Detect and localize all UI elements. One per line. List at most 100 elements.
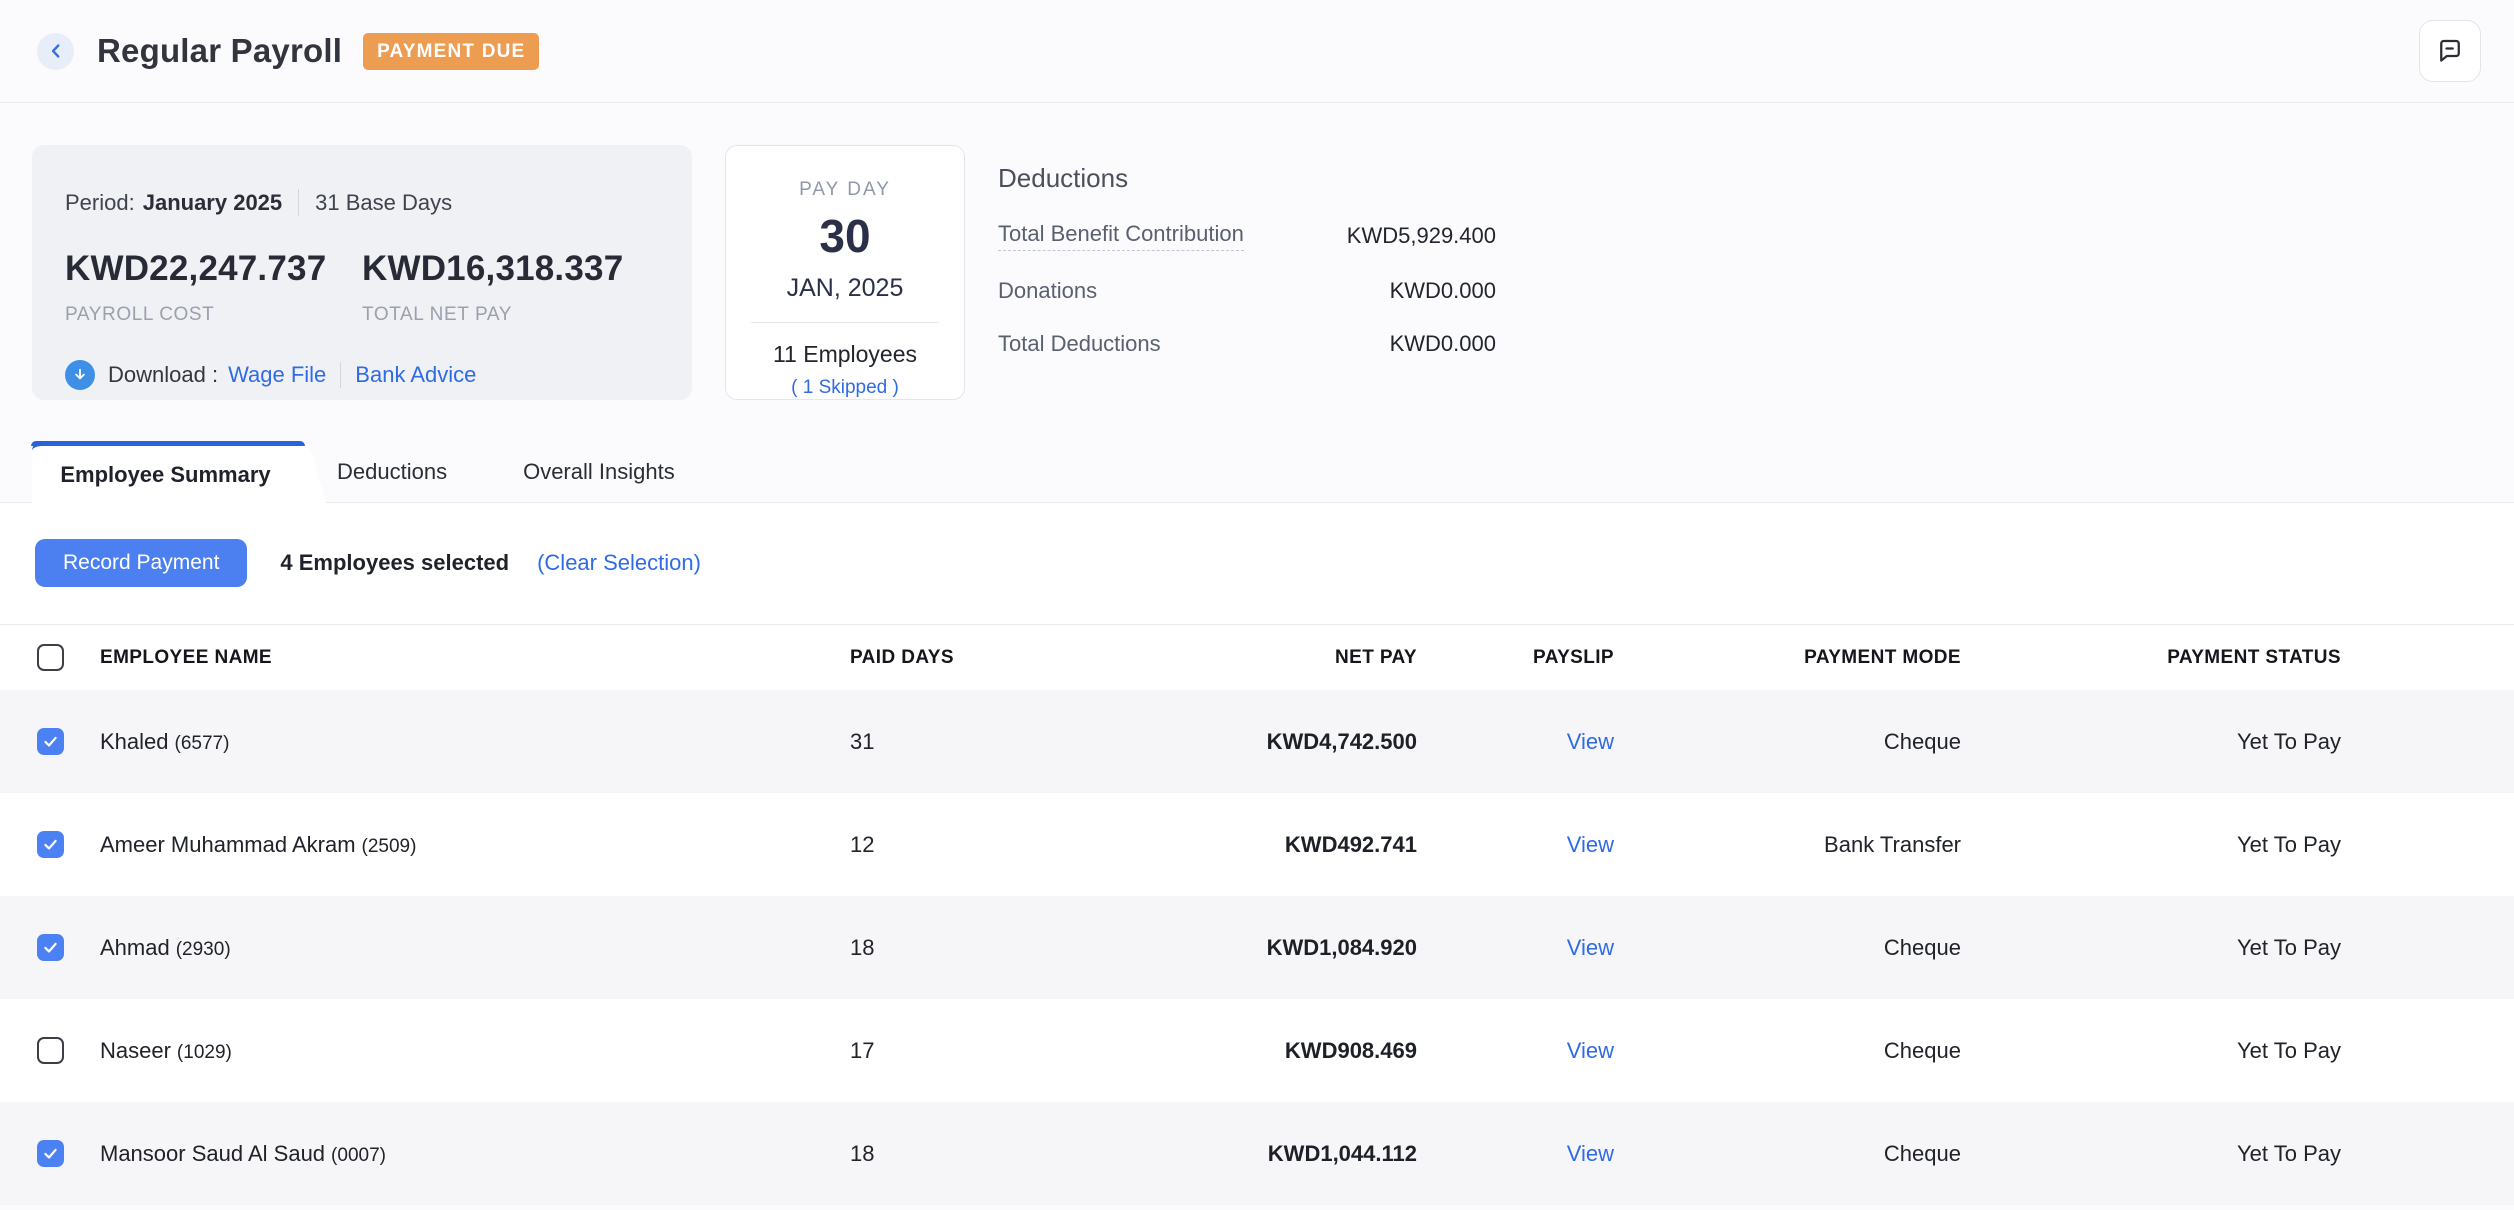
download-icon — [65, 360, 95, 390]
payment-status: Yet To Pay — [1961, 1141, 2341, 1167]
employee-id: (2930) — [176, 939, 231, 960]
payment-mode: Cheque — [1614, 1038, 1961, 1064]
employee-name: Khaled — [100, 729, 169, 754]
net-pay: KWD4,742.500 — [1080, 729, 1417, 755]
payment-status: Yet To Pay — [1961, 729, 2341, 755]
payment-mode: Bank Transfer — [1614, 832, 1961, 858]
payment-status: Yet To Pay — [1961, 832, 2341, 858]
payday-day: 30 — [726, 213, 964, 259]
tab-employee-summary[interactable]: Employee Summary — [32, 441, 299, 503]
total-net-pay-value: KWD16,318.337 — [362, 249, 659, 289]
employee-summary-panel: Record Payment 4 Employees selected (Cle… — [0, 503, 2514, 1205]
column-header-employee-name: EMPLOYEE NAME — [100, 647, 840, 669]
clear-selection-link[interactable]: (Clear Selection) — [537, 550, 701, 576]
net-pay: KWD1,044.112 — [1080, 1141, 1417, 1167]
employee-id: (2509) — [362, 836, 417, 857]
deduction-value-benefit-contribution: KWD5,929.400 — [1347, 223, 1496, 249]
row-checkbox[interactable] — [37, 1140, 64, 1167]
vertical-divider — [298, 189, 299, 216]
paid-days: 18 — [840, 1141, 1080, 1167]
payslip-view-link[interactable]: View — [1567, 729, 1614, 754]
paid-days: 12 — [840, 832, 1080, 858]
paid-days: 31 — [840, 729, 1080, 755]
employee-count: 11 Employees — [726, 341, 964, 368]
deduction-value-total-deductions: KWD0.000 — [1390, 331, 1496, 357]
paid-days: 17 — [840, 1038, 1080, 1064]
horizontal-divider — [751, 322, 939, 323]
payslip-view-link[interactable]: View — [1567, 1141, 1614, 1166]
employee-id: (6577) — [175, 733, 230, 754]
row-checkbox[interactable] — [37, 831, 64, 858]
comment-icon — [2435, 36, 2465, 66]
payment-mode: Cheque — [1614, 729, 1961, 755]
payment-mode: Cheque — [1614, 1141, 1961, 1167]
table-header: EMPLOYEE NAME PAID DAYS NET PAY PAYSLIP … — [0, 625, 2514, 690]
total-net-pay-label: TOTAL NET PAY — [362, 304, 659, 326]
row-checkbox[interactable] — [37, 1037, 64, 1064]
summary-section: Period: January 2025 31 Base Days KWD22,… — [0, 103, 2514, 400]
deduction-value-donations: KWD0.000 — [1390, 278, 1496, 304]
column-header-payment-mode: PAYMENT MODE — [1614, 647, 1961, 669]
page-title: Regular Payroll — [97, 32, 342, 70]
payment-status: Yet To Pay — [1961, 935, 2341, 961]
table-row[interactable]: Ameer Muhammad Akram (2509) 12 KWD492.741… — [0, 793, 2514, 896]
payday-card: PAY DAY 30 JAN, 2025 11 Employees ( 1 Sk… — [725, 145, 965, 400]
column-header-payslip: PAYSLIP — [1417, 647, 1614, 669]
payment-status: Yet To Pay — [1961, 1038, 2341, 1064]
row-checkbox[interactable] — [37, 728, 64, 755]
deduction-label-benefit-contribution[interactable]: Total Benefit Contribution — [998, 221, 1244, 251]
payslip-view-link[interactable]: View — [1567, 935, 1614, 960]
paid-days: 18 — [840, 935, 1080, 961]
employee-name: Naseer — [100, 1038, 171, 1063]
period-card: Period: January 2025 31 Base Days KWD22,… — [32, 145, 692, 400]
column-header-payment-status: PAYMENT STATUS — [1961, 647, 2341, 669]
employee-id: (1029) — [177, 1042, 232, 1063]
select-all-checkbox[interactable] — [37, 644, 64, 671]
record-payment-button[interactable]: Record Payment — [35, 539, 247, 587]
download-label: Download : — [108, 362, 218, 388]
table-row[interactable]: Khaled (6577) 31 KWD4,742.500 View Cheque… — [0, 690, 2514, 793]
deductions-title: Deductions — [998, 163, 1496, 194]
tab-deductions[interactable]: Deductions — [299, 441, 485, 503]
payslip-view-link[interactable]: View — [1567, 1038, 1614, 1063]
column-header-paid-days: PAID DAYS — [840, 647, 1080, 669]
deductions-summary: Deductions Total Benefit Contribution KW… — [998, 145, 1496, 357]
employee-id: (0007) — [331, 1145, 386, 1166]
payment-mode: Cheque — [1614, 935, 1961, 961]
tab-overall-insights[interactable]: Overall Insights — [485, 441, 713, 503]
bank-advice-link[interactable]: Bank Advice — [355, 362, 476, 388]
payslip-view-link[interactable]: View — [1567, 832, 1614, 857]
net-pay: KWD908.469 — [1080, 1038, 1417, 1064]
employee-name: Ahmad — [100, 935, 170, 960]
deduction-label-total-deductions: Total Deductions — [998, 331, 1161, 357]
payday-month-year: JAN, 2025 — [726, 274, 964, 303]
payroll-cost-value: KWD22,247.737 — [65, 249, 362, 289]
employee-name: Ameer Muhammad Akram — [100, 832, 356, 857]
selected-count-text: 4 Employees selected — [280, 550, 509, 576]
table-row[interactable]: Mansoor Saud Al Saud (0007) 18 KWD1,044.1… — [0, 1102, 2514, 1205]
wage-file-link[interactable]: Wage File — [228, 362, 326, 388]
tab-strip: Employee Summary Deductions Overall Insi… — [0, 441, 2514, 503]
base-days: 31 Base Days — [315, 190, 452, 216]
page-header: Regular Payroll PAYMENT DUE — [0, 0, 2514, 103]
chevron-left-icon — [45, 40, 67, 62]
table-row[interactable]: Ahmad(2930) 18 KWD1,084.920 View Cheque … — [0, 896, 2514, 999]
payday-label: PAY DAY — [726, 179, 964, 201]
row-checkbox[interactable] — [37, 934, 64, 961]
column-header-net-pay: NET PAY — [1080, 647, 1417, 669]
deduction-label-donations: Donations — [998, 278, 1097, 304]
skipped-count-link[interactable]: ( 1 Skipped ) — [726, 377, 964, 399]
net-pay: KWD492.741 — [1080, 832, 1417, 858]
payroll-cost-label: PAYROLL COST — [65, 304, 362, 326]
table-row[interactable]: Naseer (1029) 17 KWD908.469 View Cheque Y… — [0, 999, 2514, 1102]
back-button[interactable] — [37, 33, 74, 70]
status-badge: PAYMENT DUE — [363, 33, 539, 70]
actions-row: Record Payment 4 Employees selected (Cle… — [0, 539, 2514, 587]
table-body: Khaled (6577) 31 KWD4,742.500 View Cheque… — [0, 690, 2514, 1205]
employee-name: Mansoor Saud Al Saud — [100, 1141, 325, 1166]
period-label: Period: — [65, 190, 135, 216]
vertical-divider — [340, 362, 341, 388]
net-pay: KWD1,084.920 — [1080, 935, 1417, 961]
period-value: January 2025 — [143, 190, 282, 216]
comment-button[interactable] — [2419, 20, 2481, 82]
